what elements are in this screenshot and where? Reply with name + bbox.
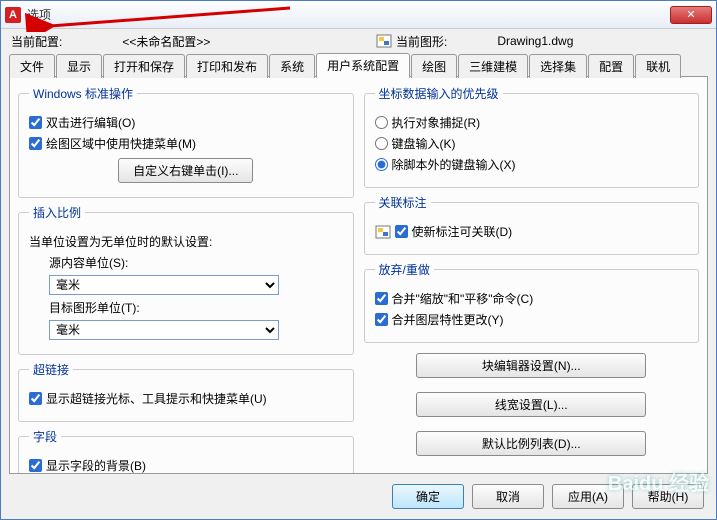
cb-assoc-dim[interactable] <box>395 225 408 238</box>
btn-lineweight[interactable]: 线宽设置(L)... <box>416 392 646 417</box>
cb-combine-zoom-pan[interactable] <box>375 292 388 305</box>
cancel-button[interactable]: 取消 <box>472 484 544 509</box>
profile-value: <<未命名配置>> <box>122 33 210 50</box>
radio-keyboard-except-script[interactable] <box>375 158 388 171</box>
btn-custom-rclick[interactable]: 自定义右键单击(I)... <box>118 158 253 183</box>
cb-combine-layer-label: 合并图层特性更改(Y) <box>392 311 504 328</box>
cb-field-bg-label: 显示字段的背景(B) <box>46 457 146 474</box>
group-undo-redo: 放弃/重做 合并"缩放"和"平移"命令(C) 合并图层特性更改(Y) <box>364 261 700 343</box>
dwg-icon <box>375 224 391 240</box>
radio-keyboard[interactable] <box>375 137 388 150</box>
group-fields: 字段 显示字段的背景(B) 字段更新设置(F)... <box>18 428 354 474</box>
src-units-label: 源内容单位(S): <box>49 254 343 271</box>
app-icon: A <box>5 7 21 23</box>
close-button[interactable]: ✕ <box>670 6 712 24</box>
tab-draw[interactable]: 绘图 <box>411 54 457 78</box>
tab-3d[interactable]: 三维建模 <box>458 54 528 78</box>
info-row: 当前配置: <<未命名配置>> 当前图形: Drawing1.dwg <box>1 29 716 53</box>
options-dialog: A 选项 ✕ 当前配置: <<未命名配置>> 当前图形: Drawing1.dw… <box>0 0 717 520</box>
tab-open-save[interactable]: 打开和保存 <box>103 54 185 78</box>
cb-field-bg[interactable] <box>29 459 42 472</box>
legend: 字段 <box>29 428 61 445</box>
tab-user-prefs[interactable]: 用户系统配置 <box>316 53 410 78</box>
cb-shortcut-menu[interactable] <box>29 137 42 150</box>
tab-config[interactable]: 配置 <box>588 54 634 78</box>
legend: 放弃/重做 <box>375 261 434 278</box>
cb-combine-layer[interactable] <box>375 313 388 326</box>
radio-osnap-label: 执行对象捕捉(R) <box>392 114 481 131</box>
cb-dblclick-edit[interactable] <box>29 116 42 129</box>
dwg-icon <box>376 33 392 49</box>
radio-keyboard-label: 键盘输入(K) <box>392 135 456 152</box>
group-coord-priority: 坐标数据输入的优先级 执行对象捕捉(R) 键盘输入(K) 除脚本外的键盘输入(X… <box>364 85 700 188</box>
radio-keyboard-except-script-label: 除脚本外的键盘输入(X) <box>392 156 516 173</box>
cb-assoc-dim-label: 使新标注可关联(D) <box>412 223 513 240</box>
tab-print[interactable]: 打印和发布 <box>186 54 268 78</box>
legend: 插入比例 <box>29 204 85 221</box>
group-assoc-dim: 关联标注 使新标注可关联(D) <box>364 194 700 255</box>
tab-online[interactable]: 联机 <box>635 54 681 78</box>
help-button[interactable]: 帮助(H) <box>632 484 704 509</box>
cb-shortcut-menu-label: 绘图区域中使用快捷菜单(M) <box>46 135 196 152</box>
group-insert-scale: 插入比例 当单位设置为无单位时的默认设置: 源内容单位(S): 毫米 目标图形单… <box>18 204 354 355</box>
tabstrip: 文件 显示 打开和保存 打印和发布 系统 用户系统配置 绘图 三维建模 选择集 … <box>1 53 716 77</box>
drawing-value: Drawing1.dwg <box>497 34 573 48</box>
tab-selection[interactable]: 选择集 <box>529 54 587 78</box>
cb-dblclick-edit-label: 双击进行编辑(O) <box>46 114 135 131</box>
cb-hyperlink-cursor-label: 显示超链接光标、工具提示和快捷菜单(U) <box>46 390 267 407</box>
btn-block-editor[interactable]: 块编辑器设置(N)... <box>416 353 646 378</box>
apply-button[interactable]: 应用(A) <box>552 484 624 509</box>
tab-display[interactable]: 显示 <box>56 54 102 78</box>
src-units-select[interactable]: 毫米 <box>49 275 279 295</box>
cb-hyperlink-cursor[interactable] <box>29 392 42 405</box>
drawing-label: 当前图形: <box>396 33 447 50</box>
btn-default-scale[interactable]: 默认比例列表(D)... <box>416 431 646 456</box>
group-hyperlink: 超链接 显示超链接光标、工具提示和快捷菜单(U) <box>18 361 354 422</box>
radio-osnap[interactable] <box>375 116 388 129</box>
tab-content: Windows 标准操作 双击进行编辑(O) 绘图区域中使用快捷菜单(M) 自定… <box>9 77 708 474</box>
legend: Windows 标准操作 <box>29 85 137 102</box>
legend: 坐标数据输入的优先级 <box>375 85 503 102</box>
insert-scale-desc: 当单位设置为无单位时的默认设置: <box>29 233 343 250</box>
group-windows-standard: Windows 标准操作 双击进行编辑(O) 绘图区域中使用快捷菜单(M) 自定… <box>18 85 354 198</box>
ok-button[interactable]: 确定 <box>392 484 464 509</box>
dialog-footer: 确定 取消 应用(A) 帮助(H) <box>1 478 716 519</box>
tab-system[interactable]: 系统 <box>269 54 315 78</box>
profile-label: 当前配置: <box>11 33 62 50</box>
window-title: 选项 <box>27 6 670 23</box>
tgt-units-label: 目标图形单位(T): <box>49 299 343 316</box>
tgt-units-select[interactable]: 毫米 <box>49 320 279 340</box>
tab-file[interactable]: 文件 <box>9 54 55 78</box>
titlebar: A 选项 ✕ <box>1 1 716 29</box>
legend: 关联标注 <box>375 194 431 211</box>
legend: 超链接 <box>29 361 73 378</box>
cb-combine-zoom-pan-label: 合并"缩放"和"平移"命令(C) <box>392 290 534 307</box>
